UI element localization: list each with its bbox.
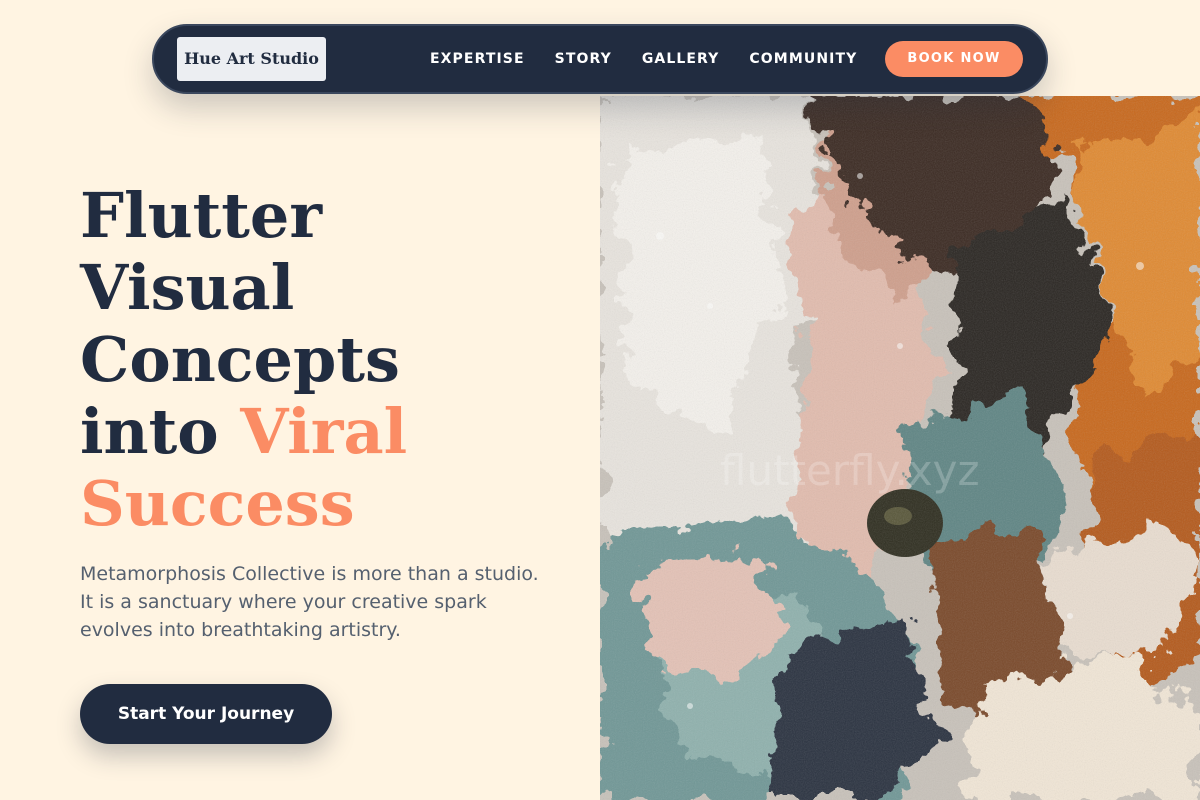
- hero-subtitle: Metamorphosis Collective is more than a …: [80, 563, 539, 641]
- headline-accent-success: Success: [80, 467, 355, 540]
- book-now-button[interactable]: BOOK NOW: [885, 41, 1023, 77]
- landing-page: Hue Art Studio EXPERTISE STORY GALLERY C…: [0, 0, 1200, 800]
- hero-headline: Flutter Visual Concepts into Viral Success: [80, 180, 407, 540]
- nav-link-expertise[interactable]: EXPERTISE: [430, 51, 525, 67]
- start-journey-button[interactable]: Start Your Journey: [80, 684, 332, 744]
- nav-links: EXPERTISE STORY GALLERY COMMUNITY: [430, 26, 887, 92]
- nav-link-story[interactable]: STORY: [555, 51, 612, 67]
- studio-logo[interactable]: Hue Art Studio: [177, 37, 326, 81]
- headline-line-3: Concepts: [80, 323, 400, 396]
- nav-link-community[interactable]: COMMUNITY: [749, 51, 857, 67]
- headline-line-4: into: [80, 395, 241, 468]
- headline-line-1: Flutter: [80, 179, 323, 252]
- image-watermark: flutterfly.xyz: [720, 446, 980, 495]
- headline-accent-viral: Viral: [240, 395, 408, 468]
- top-navigation: Hue Art Studio EXPERTISE STORY GALLERY C…: [152, 24, 1048, 94]
- hero-artwork-image: flutterfly.xyz: [600, 96, 1200, 800]
- headline-line-2: Visual: [80, 251, 295, 324]
- nav-link-gallery[interactable]: GALLERY: [642, 51, 720, 67]
